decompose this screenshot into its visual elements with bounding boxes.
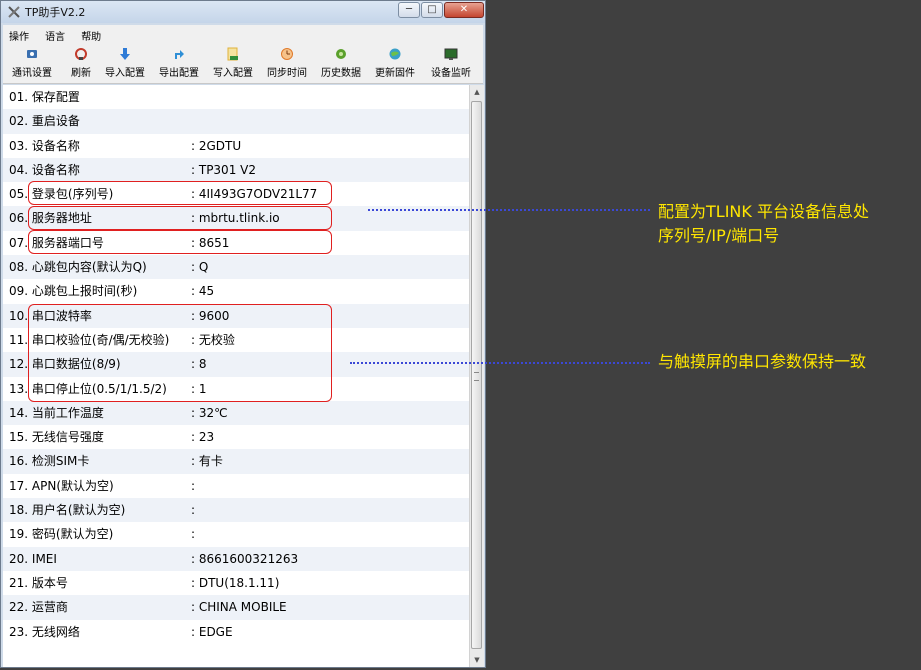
row-label: 03. 设备名称 [9, 138, 80, 153]
toolbar-label: 通讯设置 [12, 68, 52, 79]
row-label: 20. IMEI [9, 551, 57, 566]
row-value: : 有卡 [191, 454, 223, 469]
annotation-tlink: 配置为TLINK 平台设备信息处 序列号/IP/端口号 [658, 200, 869, 248]
history-data-button[interactable]: 历史数据 [319, 45, 363, 81]
list-item[interactable]: 15. 无线信号强度 : 23 [3, 425, 469, 449]
list-item[interactable]: 01. 保存配置 [3, 85, 469, 109]
sync-time-icon [281, 48, 293, 60]
row-label: 02. 重启设备 [9, 114, 80, 129]
row-label: 22. 运营商 [9, 600, 68, 615]
toolbar-label: 设备监听 [431, 68, 471, 79]
row-label: 15. 无线信号强度 [9, 430, 104, 445]
list-item[interactable]: 19. 密码(默认为空): [3, 522, 469, 546]
highlight-box-serial-number [28, 181, 332, 205]
update-firmware-icon [389, 48, 401, 60]
scroll-up-arrow-icon[interactable]: ▲ [470, 85, 484, 99]
row-label: 21. 版本号 [9, 575, 68, 590]
write-config-button[interactable]: 写入配置 [211, 45, 255, 81]
toolbar-label: 导出配置 [159, 68, 199, 79]
row-label: 09. 心跳包上报时间(秒) [9, 284, 138, 299]
refresh-button[interactable]: 刷新 [65, 45, 97, 81]
row-value: : TP301 V2 [191, 162, 256, 177]
row-value: : EDGE [191, 624, 233, 639]
list-item[interactable]: 23. 无线网络 : EDGE [3, 620, 469, 644]
row-value: : 32℃ [191, 405, 228, 420]
annotation-tlink-line1: 配置为TLINK 平台设备信息处 [658, 202, 869, 221]
row-value: : 45 [191, 284, 215, 299]
annotation-serial: 与触摸屏的串口参数保持一致 [658, 350, 866, 374]
list-item[interactable]: 08. 心跳包内容(默认为Q) : Q [3, 255, 469, 280]
maximize-button[interactable]: □ [421, 2, 443, 18]
row-value: : [191, 478, 196, 493]
toolbar-label: 写入配置 [213, 68, 253, 79]
refresh-icon [75, 48, 87, 60]
list-item[interactable]: 17. APN(默认为空): [3, 474, 469, 498]
highlight-box-server-address [28, 206, 332, 230]
import-config-button[interactable]: 导入配置 [103, 45, 147, 81]
row-value: : [191, 503, 196, 518]
highlight-box-serial-params [28, 304, 332, 402]
toolbar-label: 历史数据 [321, 68, 361, 79]
list-item[interactable]: 03. 设备名称 : 2GDTU [3, 134, 469, 158]
close-button[interactable]: ✕ [444, 2, 484, 18]
row-label: 04. 设备名称 [9, 162, 80, 177]
annotation-serial-line1: 与触摸屏的串口参数保持一致 [658, 352, 867, 371]
row-value: : Q [191, 260, 209, 275]
toolbar-label: 同步时间 [267, 68, 307, 79]
history-data-icon [336, 49, 346, 59]
comm-settings-icon [27, 50, 37, 58]
list-item[interactable]: 22. 运营商 : CHINA MOBILE [3, 595, 469, 620]
minimize-button[interactable]: ─ [398, 2, 420, 18]
comm-settings-button[interactable]: 通讯设置 [9, 45, 55, 81]
row-label: 19. 密码(默认为空) [9, 527, 114, 542]
list-item[interactable]: 14. 当前工作温度 : 32℃ [3, 400, 469, 426]
row-label: 01. 保存配置 [9, 90, 80, 104]
update-firmware-button[interactable]: 更新固件 [373, 45, 417, 81]
grip-icon [474, 372, 479, 381]
list-item[interactable]: 09. 心跳包上报时间(秒) : 45 [3, 279, 469, 303]
export-config-icon [175, 50, 184, 59]
tools-icon [8, 6, 20, 18]
row-value: : DTU(18.1.11) [191, 575, 280, 590]
import-config-icon [120, 48, 130, 60]
toolbar-label: 导入配置 [105, 68, 145, 79]
list-item[interactable]: 20. IMEI : 8661600321263 [3, 546, 469, 571]
menu-bar: 操作 语言 帮助 [3, 25, 483, 43]
row-value: : CHINA MOBILE [191, 600, 287, 615]
scroll-down-arrow-icon[interactable]: ▼ [470, 653, 484, 667]
list-item[interactable]: 16. 检测SIM卡 : 有卡 [3, 449, 469, 474]
toolbar-label: 刷新 [71, 68, 91, 79]
row-label: 16. 检测SIM卡 [9, 454, 90, 469]
title-bar[interactable]: TP助手V2.2 ─ □ ✕ [1, 1, 485, 23]
row-label: 23. 无线网络 [9, 624, 80, 639]
list-item[interactable]: 21. 版本号 : DTU(18.1.11) [3, 571, 469, 595]
window-title: TP助手V2.2 [25, 6, 86, 19]
connector-line-tlink [368, 209, 650, 211]
write-config-icon [227, 47, 238, 61]
row-label: 08. 心跳包内容(默认为Q) [9, 260, 147, 275]
row-value: : 23 [191, 430, 215, 445]
list-item[interactable]: 18. 用户名(默认为空): [3, 498, 469, 523]
list-item[interactable]: 04. 设备名称 : TP301 V2 [3, 157, 469, 183]
toolbar: 通讯设置 刷新 导入配置 导出配置 写入配置 同步时间 历史数据 更新固件 设备… [3, 43, 483, 84]
sync-time-button[interactable]: 同步时间 [265, 45, 309, 81]
connector-line-serial [350, 362, 650, 364]
export-config-button[interactable]: 导出配置 [157, 45, 201, 81]
row-value: : [191, 527, 196, 542]
vertical-scrollbar[interactable]: ▲ ▼ [469, 85, 484, 667]
settings-list: 01. 保存配置 02. 重启设备 03. 设备名称 : 2GDTU 04. 设备… [3, 85, 469, 667]
annotation-tlink-line2: 序列号/IP/端口号 [658, 226, 780, 245]
row-value: : 2GDTU [191, 138, 242, 153]
row-label: 17. APN(默认为空) [9, 478, 114, 493]
toolbar-label: 更新固件 [375, 68, 415, 79]
scrollbar-thumb[interactable] [471, 101, 482, 649]
device-monitor-button[interactable]: 设备监听 [427, 45, 475, 81]
list-item[interactable]: 02. 重启设备 [3, 109, 469, 134]
highlight-box-server-port [28, 230, 332, 254]
row-label: 14. 当前工作温度 [9, 405, 104, 420]
app-window: TP助手V2.2 ─ □ ✕ 操作 语言 帮助 通讯设置 刷新 导入配置 导出配… [0, 0, 486, 668]
row-value: : 8661600321263 [191, 551, 299, 566]
device-monitor-icon [444, 48, 458, 60]
row-label: 18. 用户名(默认为空) [9, 503, 126, 518]
